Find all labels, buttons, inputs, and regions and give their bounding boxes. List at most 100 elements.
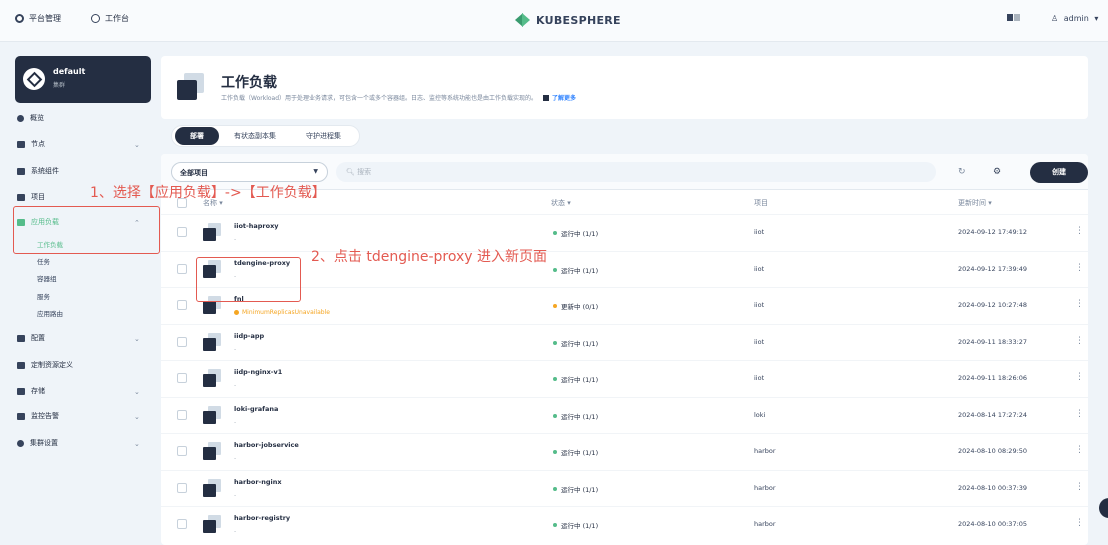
table-row[interactable]: iidp-app - 运行中 (1/1) iiot 2024-09-11 18:33:2… [161,323,1088,360]
updated-time-cell: 2024-09-12 17:39:49 [958,264,1028,273]
status-dot-icon [553,304,557,308]
project-select[interactable]: 全部项目 ▼ [171,162,328,182]
workload-name-link[interactable]: iidp-nginx-v1 [234,368,282,376]
sidebar-item-system-components[interactable]: 系统组件 [17,166,59,176]
tab-deployments[interactable]: 部署 [175,127,219,145]
chevron-down-icon: ⌄ [134,388,140,396]
workload-name-link[interactable]: loki-grafana [234,405,278,413]
table-row[interactable]: loki-grafana - 运行中 (1/1) loki 2024-08-14 17:… [161,396,1088,433]
table-row[interactable]: harbor-nginx - 运行中 (1/1) harbor 2024-08-10 0… [161,469,1088,506]
sidebar-item-crds[interactable]: 定制资源定义 [17,360,73,370]
tools-icon[interactable] [1007,14,1021,23]
refresh-icon[interactable]: ↻ [958,167,966,177]
workload-tabs: 部署 有状态副本集 守护进程集 [171,125,360,147]
project-cell: iiot [754,228,765,236]
workload-name-link[interactable]: iiot-haproxy [234,222,279,230]
sidebar-item-cluster-settings[interactable]: 集群设置 [17,438,58,448]
more-actions-icon[interactable]: ⋮ [1075,336,1084,346]
more-actions-icon[interactable]: ⋮ [1075,518,1084,528]
row-checkbox[interactable] [177,482,187,493]
column-updated[interactable]: 更新时间 ▾ [958,198,992,208]
status-dot-icon [553,340,557,345]
crd-icon [17,361,25,369]
more-actions-icon[interactable]: ⋮ [1075,445,1084,455]
workload-name-link[interactable]: harbor-nginx [234,478,282,486]
updated-time-cell: 2024-08-10 08:29:50 [958,447,1028,455]
table-row[interactable]: iidp-nginx-v1 - 运行中 (1/1) iiot 2024-09-11 18… [161,360,1088,396]
table-row[interactable]: iiot-haproxy - 运行中 (1/1) iiot 2024-09-12 17:… [161,214,1088,250]
workload-icon [203,369,221,387]
sidebar-item-label: 集群设置 [30,439,58,447]
more-actions-icon[interactable]: ⋮ [1075,263,1084,273]
updated-time-cell: 2024-09-12 10:27:48 [958,301,1028,309]
row-checkbox[interactable] [177,227,187,237]
tab-daemonsets[interactable]: 守护进程集 [291,127,356,145]
row-checkbox[interactable] [177,336,187,347]
sidebar-item-label: 概览 [30,114,44,122]
sidebar-item-configuration[interactable]: 配置 [17,333,45,343]
row-checkbox[interactable] [177,300,187,310]
overview-icon [17,114,24,122]
user-menu[interactable]: ♙ admin ▾ [1051,14,1098,23]
sidebar-item-nodes[interactable]: 节点 [17,139,45,149]
more-actions-icon[interactable]: ⋮ [1075,226,1084,236]
table-row[interactable]: harbor-registry - 运行中 (1/1) harbor 2024-08-1… [161,506,1088,542]
search-input[interactable]: 🔍︎ 搜索 [336,162,936,182]
sidebar-subitem-services[interactable]: 服务 [37,291,50,301]
annotation-step1: 1、选择【应用负载】->【工作负载】 [90,185,326,201]
platform-management-link[interactable]: 平台管理 [15,13,61,24]
sidebar-item-label: 配置 [31,334,45,342]
scroll-top-button[interactable] [1099,498,1108,518]
sidebar-subitem-jobs[interactable]: 任务 [37,256,50,266]
gear-icon [15,14,24,23]
learn-more-label: 了解更多 [552,95,577,102]
search-placeholder: 搜索 [357,168,372,176]
workbench-link[interactable]: 工作台 [91,13,129,24]
sidebar-subitem-pods[interactable]: 容器组 [37,273,57,283]
more-actions-icon[interactable]: ⋮ [1075,372,1084,382]
status-dot-icon [553,486,557,491]
book-icon [543,94,550,101]
row-checkbox[interactable] [177,519,187,529]
sidebar-item-label: 节点 [31,140,45,148]
status-badge: 运行中 (1/1) [553,447,598,457]
workload-name-link[interactable]: iidp-app [234,332,264,340]
cluster-card[interactable]: default 集群 [15,56,151,103]
sidebar-item-storage[interactable]: 存储 [17,386,45,396]
status-badge: 运行中 (1/1) [553,228,598,238]
kubesphere-logo[interactable]: KUBESPHERE [515,13,621,27]
row-checkbox[interactable] [177,263,187,274]
storage-icon [17,387,25,395]
updated-time-cell: 2024-08-10 00:37:05 [958,520,1028,528]
create-button[interactable]: 创建 [1030,162,1088,183]
more-actions-icon[interactable]: ⋮ [1075,409,1084,419]
brand-name: KUBESPHERE [536,13,621,27]
workload-subtext: - [234,345,237,353]
table-row[interactable]: harbor-jobservice - 运行中 (1/1) harbor 2024-08… [161,433,1088,469]
workload-subtext: - [234,382,237,389]
workload-name-link[interactable]: harbor-registry [234,514,290,522]
gear-icon[interactable]: ⚙ [993,167,1001,177]
description-text: 工作负载（Workload）用于处理业务请求，可包含一个或多个容器组。日志、监控… [221,95,538,102]
tab-statefulsets[interactable]: 有状态副本集 [219,127,291,145]
sidebar-item-projects[interactable]: 项目 [17,192,45,202]
row-checkbox[interactable] [177,446,187,456]
more-actions-icon[interactable]: ⋮ [1075,482,1084,492]
sidebar-subitem-routes[interactable]: 应用路由 [37,308,63,318]
project-select-value: 全部项目 [180,169,208,177]
status-dot-icon [553,231,557,235]
learn-more-link[interactable]: 了解更多 [543,93,576,102]
column-status[interactable]: 状态 ▾ [551,198,571,208]
more-actions-icon[interactable]: ⋮ [1075,299,1084,309]
annotation-step2: 2、点击 tdengine-proxy 进入新页面 [311,249,548,265]
row-checkbox[interactable] [177,409,187,420]
sidebar-item-overview[interactable]: 概览 [17,113,44,123]
updated-time-cell: 2024-08-10 00:37:39 [958,483,1028,492]
status-badge: 运行中 (1/1) [553,411,598,421]
workload-icon [203,223,221,241]
workload-icon [203,515,221,533]
sidebar-item-monitoring[interactable]: 监控告警 [17,411,59,421]
workload-name-link[interactable]: harbor-jobservice [234,441,299,449]
project-cell: loki [754,410,766,419]
row-checkbox[interactable] [177,373,187,383]
